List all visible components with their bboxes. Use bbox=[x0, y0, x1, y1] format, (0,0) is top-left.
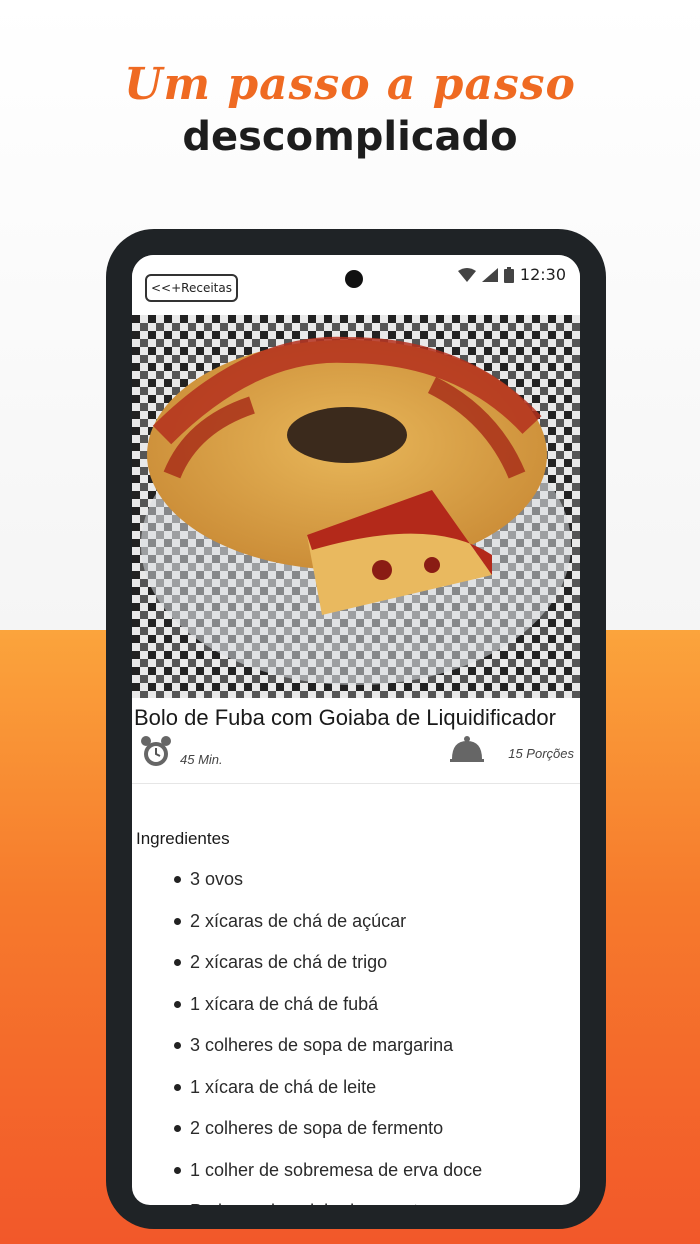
ingredient-text: Pedaços de goiabada a gosto bbox=[190, 1197, 428, 1205]
status-bar: <<+Receitas 12:30 bbox=[132, 255, 580, 315]
ingredients-list: 3 ovos 2 xícaras de chá de açúcar 2 xíca… bbox=[170, 865, 482, 1205]
bullet-icon bbox=[174, 959, 181, 966]
promo-header: Um passo a passo descomplicado bbox=[0, 55, 700, 161]
app-screen: <<+Receitas 12:30 Bolo de Fuba com Goiab… bbox=[132, 255, 580, 1205]
ingredient-item: 2 colheres de sopa de fermento bbox=[170, 1114, 482, 1156]
recipe-title: Bolo de Fuba com Goiaba de Liquidificado… bbox=[134, 705, 556, 730]
bullet-icon bbox=[174, 1125, 181, 1132]
ingredient-item: 3 colheres de sopa de margarina bbox=[170, 1031, 482, 1073]
bullet-icon bbox=[174, 1042, 181, 1049]
ingredient-text: 2 colheres de sopa de fermento bbox=[190, 1118, 444, 1138]
bullet-icon bbox=[174, 1166, 181, 1174]
battery-icon bbox=[503, 266, 514, 283]
prep-time: 45 Min. bbox=[140, 735, 223, 769]
ingredient-item: 2 xícaras de chá de trigo bbox=[170, 948, 482, 990]
ingredient-item: 3 ovos bbox=[170, 865, 482, 907]
phone-frame: <<+Receitas 12:30 Bolo de Fuba com Goiab… bbox=[106, 229, 606, 1229]
servings: 15 Porções bbox=[450, 735, 574, 763]
serving-cloche-icon bbox=[450, 736, 485, 762]
promo-tagline-bold: descomplicado bbox=[182, 114, 518, 160]
ingredient-text: 1 xícara de chá de fubá bbox=[190, 993, 379, 1014]
promo-tagline-script: Um passo a passo bbox=[124, 59, 576, 110]
ingredients-heading: Ingredientes bbox=[136, 829, 230, 848]
ingredient-item: 1 xícara de chá de fubá bbox=[170, 990, 482, 1032]
front-camera bbox=[345, 270, 363, 288]
alarm-clock-icon bbox=[141, 736, 171, 766]
ingredient-text: 3 colheres de sopa de margarina bbox=[190, 1035, 454, 1055]
recipe-photo bbox=[132, 315, 580, 698]
servings-value: 15 Porções bbox=[508, 746, 574, 761]
ingredient-item: 1 xícara de chá de leite bbox=[170, 1073, 482, 1115]
ingredient-text: 3 ovos bbox=[190, 869, 244, 889]
ingredient-text: 1 colher de sobremesa de erva doce bbox=[190, 1159, 483, 1180]
ingredient-text: 2 xícaras de chá de açúcar bbox=[190, 910, 407, 931]
bullet-icon bbox=[174, 876, 181, 883]
ingredient-item: 2 xícaras de chá de açúcar bbox=[170, 907, 482, 949]
prep-time-value: 45 Min. bbox=[180, 752, 223, 767]
bullet-icon bbox=[174, 1083, 181, 1091]
status-icons: 12:30 bbox=[457, 265, 566, 284]
ingredient-text: 1 xícara de chá de leite bbox=[190, 1076, 377, 1097]
bullet-icon bbox=[174, 917, 181, 925]
bullet-icon bbox=[174, 1000, 181, 1008]
back-to-recipes-button[interactable]: <<+Receitas bbox=[145, 274, 238, 302]
signal-icon bbox=[481, 267, 498, 282]
ingredient-item: Pedaços de goiabada a gosto bbox=[170, 1197, 482, 1205]
status-time: 12:30 bbox=[519, 265, 566, 284]
recipe-meta: 45 Min. 15 Porções bbox=[132, 735, 580, 784]
wifi-icon bbox=[457, 267, 476, 282]
ingredient-text: 2 xícaras de chá de trigo bbox=[190, 952, 388, 972]
ingredient-item: 1 colher de sobremesa de erva doce bbox=[170, 1156, 482, 1198]
